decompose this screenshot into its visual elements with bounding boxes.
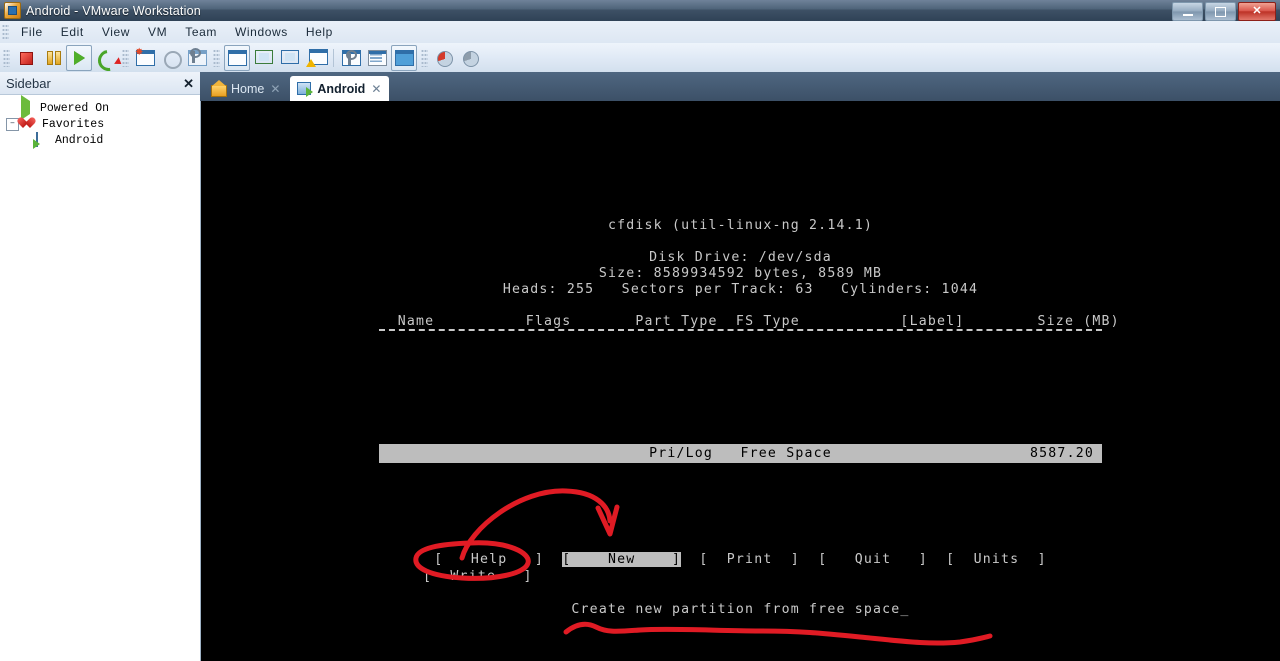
cfdisk-menu-row-1: [ Help ] [ New ] [ Print ] [ Quit ] [ Un… — [201, 552, 1280, 567]
toolbar-separator-1 — [333, 48, 334, 67]
partition-table-header: Name Flags Part Type FS Type [Label] Siz… — [361, 314, 1120, 329]
quick-switch-icon — [255, 49, 273, 66]
vmware-workstation-window: Android - VMware Workstation ✕ File Edit… — [0, 0, 1280, 661]
sidebar-item-label: Powered On — [40, 101, 110, 115]
snapshot-take-icon: ✸ — [135, 47, 155, 66]
minimize-button[interactable] — [1172, 2, 1203, 21]
tab-home[interactable]: Home ✕ — [204, 76, 288, 101]
menu-view[interactable]: View — [93, 23, 139, 41]
tab-label: Home — [231, 81, 265, 96]
sidebar: Sidebar ✕ Powered On – Favorites Android — [0, 72, 201, 661]
console-view-button[interactable] — [224, 44, 250, 71]
cfdisk-disk-drive: Disk Drive: /dev/sda — [649, 250, 832, 265]
menu-vm[interactable]: VM — [139, 23, 176, 41]
toolbar-grip-1[interactable] — [3, 48, 10, 67]
menu-bar: File Edit View VM Team Windows Help — [0, 21, 1280, 44]
cfdisk-units-button[interactable]: [ Units ] — [946, 552, 1047, 567]
menu-help[interactable]: Help — [297, 23, 342, 41]
quick-switch-button[interactable] — [252, 46, 276, 70]
cfdisk-quit-button[interactable]: [ Quit ] — [818, 552, 928, 567]
record-button[interactable] — [432, 46, 456, 70]
close-icon: ✕ — [1252, 5, 1262, 17]
menu-windows[interactable]: Windows — [226, 23, 297, 41]
menu-file[interactable]: File — [12, 23, 52, 41]
title-bar: Android - VMware Workstation ✕ — [0, 0, 1280, 21]
sidebar-title: Sidebar — [6, 75, 51, 91]
close-button[interactable]: ✕ — [1238, 2, 1276, 21]
fullscreen-icon — [281, 49, 299, 66]
sidebar-item-label: Android — [55, 133, 104, 147]
menu-edit[interactable]: Edit — [52, 23, 93, 41]
toolbar-grip-2[interactable] — [122, 48, 129, 67]
power-on-icon — [70, 49, 88, 66]
toolbar-grip-4[interactable] — [421, 48, 428, 67]
cfdisk-menu-row-2: [ Write ] — [201, 569, 1280, 584]
tab-android[interactable]: Android ✕ — [290, 76, 390, 101]
row-part-type-fs-type: Pri/Log Free Space — [649, 446, 832, 461]
window-title: Android - VMware Workstation — [26, 3, 201, 18]
fullscreen-button[interactable] — [278, 46, 302, 70]
row-size: 8587.20 — [1030, 446, 1094, 461]
cfdisk-app-title: cfdisk (util-linux-ng 2.14.1) — [607, 218, 874, 233]
sidebar-item-android[interactable]: Android — [0, 132, 200, 148]
maximize-button[interactable] — [1205, 2, 1236, 21]
tab-close-icon[interactable]: ✕ — [371, 82, 381, 96]
sidebar-item-label: Favorites — [42, 117, 105, 131]
settings-icon — [342, 49, 361, 66]
vm-console-cfdisk[interactable]: cfdisk (util-linux-ng 2.14.1) Disk Drive… — [201, 101, 1280, 661]
sidebar-item-powered-on[interactable]: Powered On — [0, 95, 200, 120]
suspend-icon — [43, 49, 61, 66]
cfdisk-print-button[interactable]: [ Print ] — [699, 552, 800, 567]
replay-button[interactable] — [458, 46, 482, 70]
snapshot-manager-icon — [188, 48, 207, 66]
table-row[interactable]: Pri/Log Free Space 8587.20 — [379, 444, 1102, 463]
snapshot-revert-icon — [162, 49, 182, 69]
sidebar-tree: Powered On – Favorites Android — [0, 95, 200, 148]
cfdisk-disk-size: Size: 8589934592 bytes, 8589 MB — [598, 266, 883, 281]
tab-close-icon[interactable]: ✕ — [270, 82, 280, 96]
settings-button[interactable] — [339, 46, 363, 70]
sidebar-close-icon[interactable]: ✕ — [183, 77, 194, 90]
vmware-app-icon — [4, 2, 21, 19]
table-divider — [379, 329, 1102, 331]
summary-button[interactable] — [365, 46, 389, 70]
tab-label: Android — [317, 81, 366, 96]
unity-icon — [306, 49, 328, 67]
cfdisk-help-button[interactable]: [ Help ] — [434, 552, 544, 567]
revert-snapshot-button[interactable] — [159, 46, 183, 70]
cfdisk-new-button[interactable]: [ New ] — [562, 552, 682, 567]
vm-android-icon — [297, 82, 314, 97]
cfdisk-status-text: Create new partition from free space_ — [571, 602, 910, 617]
window-controls: ✕ — [1172, 2, 1276, 21]
summary-icon — [368, 49, 387, 66]
show-console-button[interactable] — [391, 44, 417, 71]
console-view-icon — [228, 49, 247, 66]
power-off-button[interactable] — [14, 46, 38, 70]
vm-android-icon — [36, 132, 50, 147]
toolbar-grip-3[interactable] — [213, 48, 220, 67]
menu-team[interactable]: Team — [176, 23, 226, 41]
home-icon — [211, 80, 227, 97]
reset-icon — [93, 45, 124, 76]
cfdisk-write-button[interactable]: [ Write ] — [423, 569, 533, 584]
menubar-grip[interactable] — [2, 24, 9, 40]
tab-strip: Home ✕ Android ✕ — [200, 72, 1280, 101]
sidebar-header: Sidebar ✕ — [0, 72, 200, 95]
power-on-button[interactable] — [66, 44, 92, 71]
reset-button[interactable] — [93, 45, 124, 76]
powered-on-icon — [21, 95, 35, 120]
suspend-button[interactable] — [40, 46, 64, 70]
toolbar: ✸ — [0, 43, 1280, 76]
show-console-icon — [395, 49, 414, 66]
record-icon — [435, 49, 453, 67]
snapshot-manager-button[interactable] — [185, 46, 209, 70]
unity-button[interactable] — [304, 46, 328, 70]
favorites-heart-icon — [23, 117, 37, 131]
take-snapshot-button[interactable]: ✸ — [133, 46, 157, 70]
sidebar-item-favorites[interactable]: – Favorites — [0, 116, 200, 132]
power-off-icon — [17, 49, 35, 66]
cfdisk-disk-geometry: Heads: 255 Sectors per Track: 63 Cylinde… — [502, 282, 979, 297]
replay-icon — [461, 49, 479, 67]
